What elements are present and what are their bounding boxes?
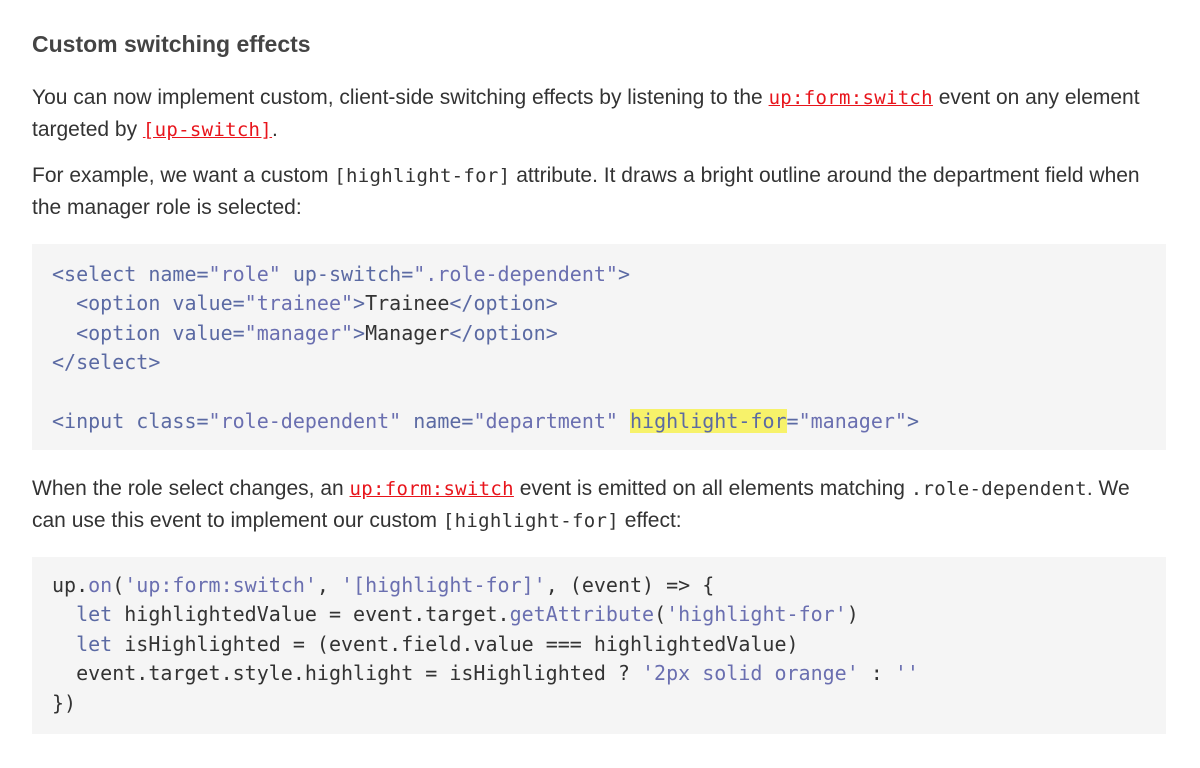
code-token: <input: [52, 408, 125, 433]
code-token: value=: [160, 291, 245, 316]
code-token: "manager": [244, 320, 354, 345]
code-token: '': [894, 661, 919, 686]
explanation-text-2: event is emitted on all elements matchin…: [513, 477, 911, 500]
code-line: event.target.style.highlight = isHighlig…: [52, 659, 1166, 688]
code-token: 'highlight-for': [666, 602, 847, 627]
code-token: '2px solid orange': [642, 661, 859, 686]
explanation-text-1: When the role select changes, an: [32, 477, 350, 500]
code-line: <option value="trainee">Trainee</option>: [52, 289, 1166, 318]
code-token: </option>: [449, 291, 558, 316]
code-token: }): [52, 690, 77, 715]
code-line: </select>: [52, 348, 1166, 377]
code-line: <input class="role-dependent" name="depa…: [52, 407, 1166, 436]
code-token: <option: [52, 291, 161, 316]
code-token: , (event) => {: [545, 573, 715, 597]
intro-text-3: .: [272, 118, 278, 141]
code-token: "trainee": [244, 291, 354, 316]
code-token: </select>: [52, 350, 161, 375]
explanation-text-4: effect:: [618, 509, 682, 532]
code-token: isHighlighted = (event.field.value === h…: [112, 631, 799, 656]
code-token: (: [654, 602, 667, 627]
code-token: ,: [316, 573, 342, 597]
code-token: on: [88, 573, 113, 597]
code-token: "role": [208, 262, 281, 286]
code-token: :: [858, 661, 895, 686]
code-token: >: [353, 291, 366, 316]
code-token: <select: [52, 262, 137, 286]
code-token: (: [112, 573, 125, 597]
code-line: }): [52, 689, 1166, 718]
code-token: ): [846, 602, 859, 627]
code-line: let highlightedValue = event.target.getA…: [52, 600, 1166, 629]
code-token: let: [76, 602, 113, 627]
code-token: >: [617, 262, 630, 286]
code-token: getAttribute: [509, 602, 655, 627]
code-token: '[highlight-for]': [341, 573, 546, 597]
highlighted-attribute: highlight-for: [630, 408, 787, 433]
code-token: up-switch=: [280, 262, 414, 286]
code-token: value=: [160, 320, 245, 345]
role-dependent-inline-code: .role-dependent: [910, 478, 1087, 500]
html-code-block: <select name="role" up-switch=".role-dep…: [32, 244, 1166, 450]
highlight-for-inline-code: [highlight-for]: [334, 165, 511, 187]
code-line: up.on('up:form:switch', '[highlight-for]…: [52, 571, 1166, 600]
code-token: Trainee: [365, 291, 450, 316]
up-form-switch-link-2[interactable]: up:form:switch: [350, 478, 514, 500]
code-token: class=: [124, 408, 209, 433]
example-paragraph: For example, we want a custom [highlight…: [32, 160, 1166, 224]
code-token: event.target.style.highlight = isHighlig…: [52, 661, 643, 686]
code-line: <option value="manager">Manager</option>: [52, 319, 1166, 348]
section-heading: Custom switching effects: [32, 31, 311, 57]
code-token: name=: [136, 262, 209, 286]
example-text-1: For example, we want a custom: [32, 164, 335, 187]
explanation-paragraph: When the role select changes, an up:form…: [32, 473, 1166, 537]
code-token: highlightedValue = event.target.: [112, 602, 510, 627]
code-token: ".role-dependent": [413, 262, 618, 286]
code-token: "manager": [798, 408, 907, 433]
code-token: 'up:form:switch': [124, 573, 317, 597]
code-token: let: [76, 631, 113, 656]
code-token: up.: [52, 573, 89, 597]
code-token: "department": [473, 408, 618, 433]
code-token: >: [906, 408, 920, 433]
code-token: "role-dependent": [208, 408, 402, 433]
code-token: Manager: [365, 320, 450, 345]
code-token: <option: [52, 320, 161, 345]
code-line: let isHighlighted = (event.field.value =…: [52, 630, 1166, 659]
code-line: <select name="role" up-switch=".role-dep…: [52, 260, 1166, 289]
intro-text-1: You can now implement custom, client-sid…: [32, 86, 769, 109]
code-token: </option>: [449, 320, 558, 345]
intro-paragraph: You can now implement custom, client-sid…: [32, 82, 1166, 146]
up-form-switch-link[interactable]: up:form:switch: [769, 87, 933, 109]
code-token: >: [353, 320, 366, 345]
code-token: =: [786, 408, 799, 433]
highlight-for-inline-code-2: [highlight-for]: [442, 510, 619, 532]
code-token: name=: [401, 408, 474, 433]
js-code-block: up.on('up:form:switch', '[highlight-for]…: [32, 557, 1166, 734]
up-switch-link[interactable]: [up-switch]: [143, 119, 272, 141]
